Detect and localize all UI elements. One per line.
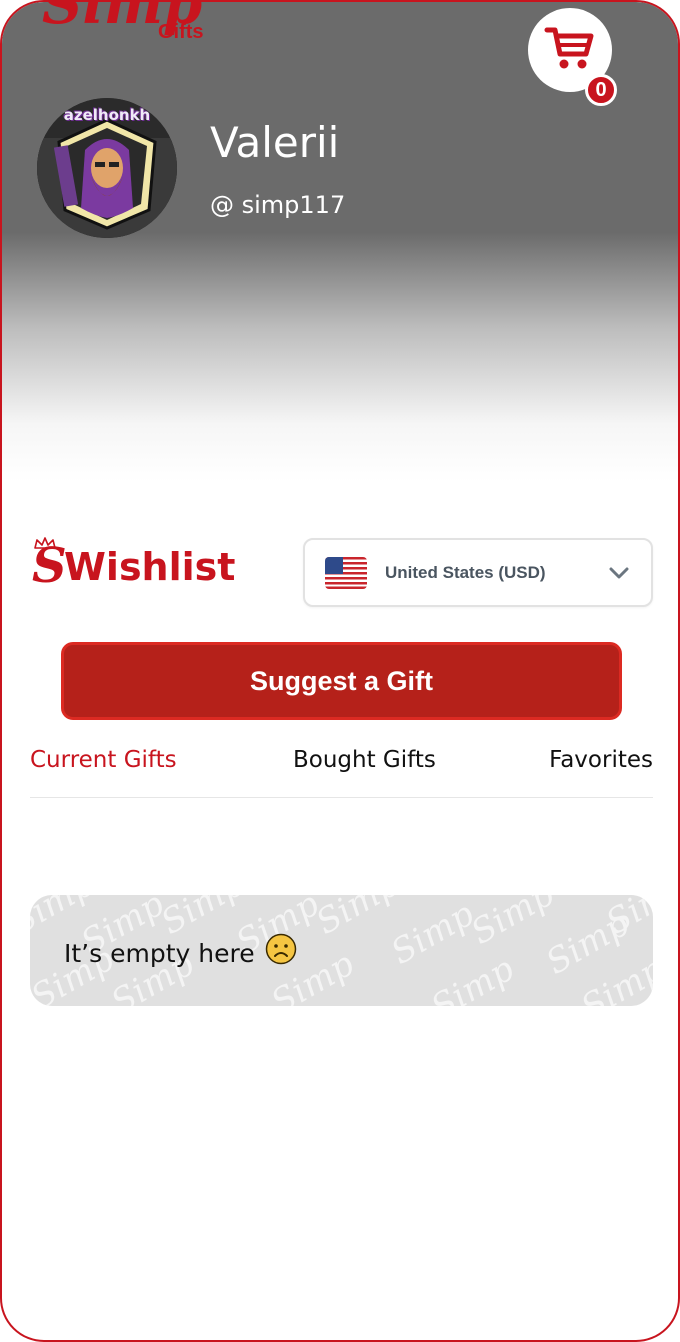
empty-state-card: Simp Simp Simp Simp Simp Simp Simp Simp … xyxy=(30,895,653,1006)
gift-tabs: Current Gifts Bought Gifts Favorites xyxy=(30,740,653,798)
wishlist-title: Wishlist xyxy=(64,545,236,589)
us-flag-icon xyxy=(325,556,367,589)
chevron-down-icon xyxy=(609,566,629,585)
avatar[interactable]: azelhonkh xyxy=(37,98,177,238)
empty-state-text: It’s empty here xyxy=(64,939,255,968)
tab-current-gifts[interactable]: Current Gifts xyxy=(30,742,177,778)
wishlist-logo-letter: S xyxy=(32,538,67,594)
svg-text:Simp: Simp xyxy=(425,949,521,1006)
profile-name: Valerii xyxy=(210,118,340,167)
sad-face-icon xyxy=(265,933,297,975)
profile-handle: @ simp117 xyxy=(210,191,346,219)
currency-select[interactable]: United States (USD) xyxy=(303,538,653,607)
app-frame: Simp Gifts 0 azelhonkh Valerii @ simp117… xyxy=(0,0,680,1342)
wishlist-logo: S Wishlist xyxy=(32,537,252,594)
svg-text:Simp: Simp xyxy=(385,895,481,973)
cart-icon xyxy=(544,24,596,77)
tab-favorites[interactable]: Favorites xyxy=(549,742,653,778)
brand-sub: Gifts xyxy=(158,21,204,43)
tab-bought-gifts[interactable]: Bought Gifts xyxy=(293,742,436,778)
empty-state-message: It’s empty here xyxy=(64,933,297,975)
cart-count-badge: 0 xyxy=(585,74,617,106)
currency-label: United States (USD) xyxy=(385,562,546,582)
suggest-gift-button[interactable]: Suggest a Gift xyxy=(61,642,622,720)
simp-gifts-logo[interactable]: Simp Gifts xyxy=(42,2,222,48)
avatar-label: azelhonkh xyxy=(63,106,151,124)
